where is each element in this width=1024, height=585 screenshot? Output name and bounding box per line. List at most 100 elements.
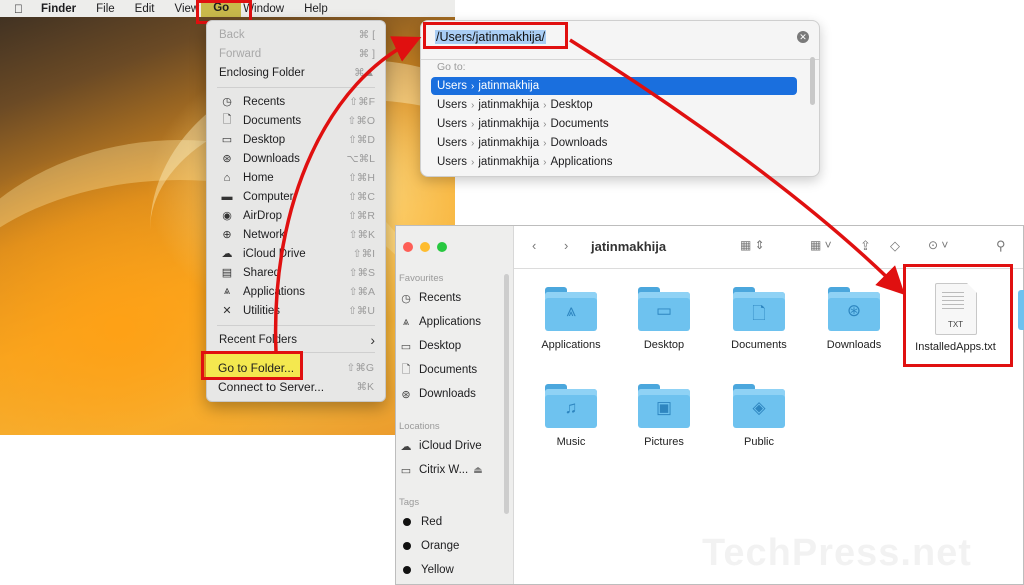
download-icon: ⊛ <box>401 388 411 401</box>
suggestion-item[interactable]: Users › jatinmakhija › Documents <box>431 115 797 133</box>
apple-icon[interactable]:  <box>0 2 31 16</box>
suggestion-item[interactable]: Users › jatinmakhija › Applications <box>431 153 797 171</box>
menu-item-enclosing-folder[interactable]: Enclosing Folder ⌘▲ <box>207 63 385 82</box>
zoom-window-button[interactable] <box>437 242 447 252</box>
go-to-label: Go to: <box>437 61 466 73</box>
menu-edit[interactable]: Edit <box>125 3 165 15</box>
menu-item-recent-folders[interactable]: Recent Folders › <box>207 330 385 349</box>
documents-folder-icon: 🗋 <box>733 287 785 331</box>
shortcut: ⇧⌘O <box>347 114 375 127</box>
document-icon: 🗋 <box>401 363 411 376</box>
menu-item-desktop[interactable]: ▭ Desktop ⇧⌘D <box>207 130 385 149</box>
shortcut: ⇧⌘G <box>346 361 374 374</box>
tools-icon: ✕ <box>222 305 232 317</box>
file-item[interactable]: TXT InstalledApps.txt <box>903 283 1008 353</box>
shared-folder-icon: ▤ <box>221 267 233 279</box>
share-icon[interactable]: ⇪ <box>860 238 871 254</box>
menu-item-go-to-folder[interactable]: Go to Folder... ⇧⌘G <box>206 358 384 377</box>
panel-scrollbar[interactable] <box>810 57 815 105</box>
menu-help[interactable]: Help <box>294 3 338 15</box>
chevron-right-icon: › <box>543 138 547 149</box>
menu-finder[interactable]: Finder <box>31 3 86 15</box>
path-segment: jatinmakhija <box>478 118 540 130</box>
folder-item[interactable]: ⩓ Applications <box>526 287 616 351</box>
back-chevron-icon[interactable]: ‹ <box>532 238 536 253</box>
folder-item[interactable]: ⊛ Downloads <box>809 287 899 351</box>
menu-item-label: Computer <box>243 190 294 203</box>
path-input[interactable]: /Users/jatinmakhija/ <box>433 27 803 49</box>
sidebar-scrollbar[interactable] <box>504 274 509 514</box>
tag-dot-icon <box>403 542 411 550</box>
chevron-right-icon: › <box>543 157 547 168</box>
sidebar-item-label: Citrix W... <box>419 464 469 476</box>
folder-item[interactable]: ▣ Pictures <box>619 384 709 448</box>
chevron-right-icon: › <box>370 331 375 348</box>
sidebar-item-recents[interactable]: ◷ Recents <box>399 288 509 308</box>
tag-icon[interactable]: ◇ <box>890 238 900 254</box>
menu-view[interactable]: View <box>165 3 202 15</box>
menu-item-documents[interactable]: 🗋 Documents ⇧⌘O <box>207 111 385 130</box>
menu-item-computer[interactable]: ▬ Computer ⇧⌘C <box>207 187 385 206</box>
applications-folder-icon: ⩓ <box>545 287 597 331</box>
suggestion-item[interactable]: Users › jatinmakhija › Downloads <box>431 134 797 152</box>
forward-chevron-icon[interactable]: › <box>564 238 568 253</box>
file-name: Pictures <box>644 436 684 448</box>
search-icon[interactable]: ⚲ <box>996 238 1006 254</box>
sidebar-item-desktop[interactable]: ▭ Desktop <box>399 336 509 356</box>
sidebar-item-downloads[interactable]: ⊛ Downloads <box>399 384 509 404</box>
menu-item-icloud-drive[interactable]: ☁ iCloud Drive ⇧⌘I <box>207 244 385 263</box>
folder-item[interactable]: ▭ Desktop <box>619 287 709 351</box>
menu-item-connect-to-server[interactable]: Connect to Server... ⌘K <box>206 377 384 396</box>
menu-item-network[interactable]: ⊕ Network ⇧⌘K <box>207 225 385 244</box>
menu-item-label: Desktop <box>243 133 286 146</box>
menu-item-shared[interactable]: ▤ Shared ⇧⌘S <box>207 263 385 282</box>
sidebar-item-icloud-drive[interactable]: ☁ iCloud Drive <box>399 436 509 456</box>
menu-item-recents[interactable]: ◷ Recents ⇧⌘F <box>207 92 385 111</box>
cloud-icon: ☁ <box>400 440 412 453</box>
menu-window[interactable]: Window <box>241 3 294 15</box>
minimize-window-button[interactable] <box>420 242 430 252</box>
menu-item-applications[interactable]: ⩓ Applications ⇧⌘A <box>207 282 385 301</box>
music-folder-icon: ♫ <box>545 384 597 428</box>
file-name: Documents <box>731 339 787 351</box>
sidebar-item-label: Downloads <box>419 388 476 400</box>
locations-header: Locations <box>399 421 440 432</box>
icon-view-icon[interactable]: ▦ ⇕ <box>740 238 765 252</box>
more-options-icon[interactable]: ⊙ ˅ <box>928 238 948 252</box>
sidebar-tag-orange[interactable]: Orange <box>399 536 509 556</box>
menu-item-label: Forward <box>219 47 262 60</box>
shortcut: ⇧⌘S <box>348 266 375 279</box>
folder-item[interactable]: 🗋 Documents <box>714 287 804 351</box>
eject-icon[interactable]: ⏏ <box>473 465 482 476</box>
shortcut: ⌥⌘L <box>346 152 375 165</box>
group-icon[interactable]: ▦ ˅ <box>810 238 832 252</box>
panel-divider <box>421 59 819 60</box>
network-icon: ⊕ <box>222 229 232 241</box>
go-to-folder-panel: /Users/jatinmakhija/ ✕ Go to: Users › jati… <box>420 20 820 177</box>
sidebar-item-citrix[interactable]: ▭ Citrix W... ⏏ <box>399 460 509 480</box>
document-icon: 🗋 <box>222 114 232 126</box>
shortcut: ⇧⌘D <box>348 133 375 146</box>
sidebar-item-label: Yellow <box>421 564 454 576</box>
suggestion-item[interactable]: Users › jatinmakhija › Desktop <box>431 96 797 114</box>
clear-icon[interactable]: ✕ <box>797 31 809 43</box>
path-segment: Users <box>437 156 468 168</box>
menu-item-downloads[interactable]: ⊛ Downloads ⌥⌘L <box>207 149 385 168</box>
sidebar-item-applications[interactable]: ⩓ Applications <box>399 312 509 332</box>
menu-file[interactable]: File <box>86 3 125 15</box>
suggestion-item[interactable]: Users › jatinmakhija <box>431 77 797 95</box>
menu-go[interactable]: Go <box>201 0 242 17</box>
downloads-folder-icon: ⊛ <box>828 287 880 331</box>
path-input-value: /Users/jatinmakhija/ <box>435 30 547 44</box>
sidebar-tag-red[interactable]: Red <box>399 512 509 532</box>
close-window-button[interactable] <box>403 242 413 252</box>
sidebar-item-documents[interactable]: 🗋 Documents <box>399 360 509 380</box>
menu-item-utilities[interactable]: ✕ Utilities ⇧⌘U <box>207 301 385 320</box>
chevron-right-icon: › <box>471 81 475 92</box>
menu-item-home[interactable]: ⌂ Home ⇧⌘H <box>207 168 385 187</box>
sidebar-tag-yellow[interactable]: Yellow <box>399 560 509 580</box>
menu-item-airdrop[interactable]: ◉ AirDrop ⇧⌘R <box>207 206 385 225</box>
folder-item[interactable]: ◈ Public <box>714 384 804 448</box>
shortcut: ⇧⌘K <box>348 228 375 241</box>
folder-item[interactable]: ♫ Music <box>526 384 616 448</box>
